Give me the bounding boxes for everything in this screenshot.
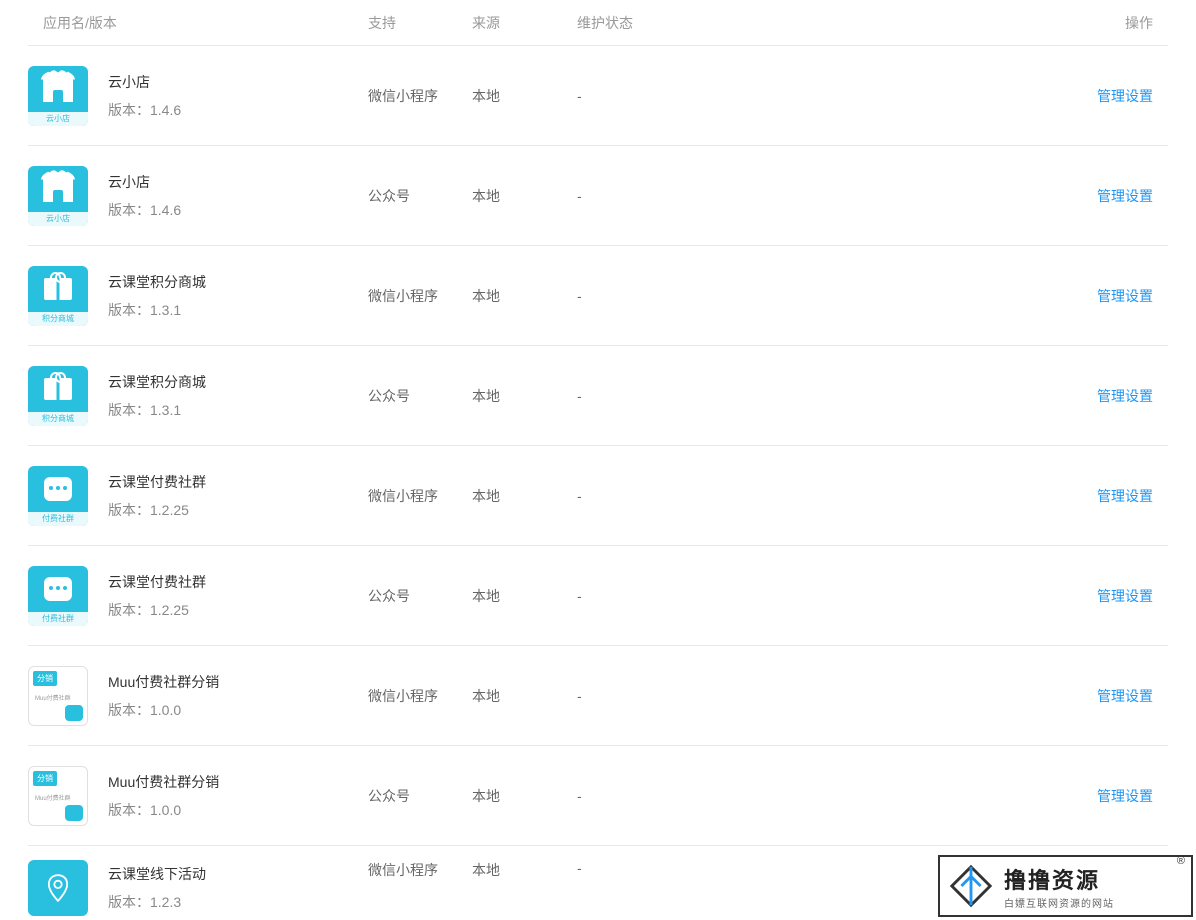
watermark-logo-icon — [948, 863, 994, 909]
app-name: 云小店 — [108, 72, 181, 92]
cell-status: - — [577, 188, 1088, 204]
app-name: 云课堂积分商城 — [108, 272, 206, 292]
app-icon-label: 云小店 — [28, 212, 88, 226]
cell-support: 公众号 — [368, 786, 472, 806]
cell-support: 微信小程序 — [368, 86, 472, 106]
manage-settings-link[interactable]: 管理设置 — [1097, 188, 1153, 204]
app-icon — [28, 860, 88, 916]
cell-support: 微信小程序 — [368, 860, 472, 880]
manage-settings-link[interactable]: 管理设置 — [1097, 588, 1153, 604]
manage-settings-link[interactable]: 管理设置 — [1097, 488, 1153, 504]
app-icon-label: 云小店 — [28, 112, 88, 126]
app-icon-label: 付费社群 — [28, 512, 88, 526]
header-action: 操作 — [1088, 13, 1168, 33]
app-icon: 积分商城 — [28, 266, 88, 326]
cell-status: - — [577, 688, 1088, 704]
table-row: 付费社群 云课堂付费社群版本：1.2.25 公众号本地-管理设置 — [28, 546, 1168, 646]
watermark-badge: ® 撸撸资源 白嫖互联网资源的网站 — [938, 855, 1193, 917]
cell-support: 公众号 — [368, 386, 472, 406]
watermark-subtitle: 白嫖互联网资源的网站 — [1004, 895, 1183, 910]
app-icon: 分销Muu付费社群 — [28, 666, 88, 726]
table-header: 应用名/版本 支持 来源 维护状态 操作 — [28, 0, 1168, 46]
cell-support: 微信小程序 — [368, 486, 472, 506]
manage-settings-link[interactable]: 管理设置 — [1097, 88, 1153, 104]
header-support: 支持 — [368, 13, 472, 33]
cell-status: - — [577, 288, 1088, 304]
header-status: 维护状态 — [577, 13, 1088, 33]
app-icon: 付费社群 — [28, 566, 88, 626]
app-name: 云小店 — [108, 172, 181, 192]
app-version: 版本：1.4.6 — [108, 100, 181, 120]
cell-support: 公众号 — [368, 586, 472, 606]
app-name: 云课堂线下活动 — [108, 864, 206, 884]
cell-status: - — [577, 388, 1088, 404]
cell-source: 本地 — [472, 186, 577, 206]
table-row: 付费社群 云课堂付费社群版本：1.2.25 微信小程序本地-管理设置 — [28, 446, 1168, 546]
app-icon-label: 积分商城 — [28, 312, 88, 326]
table-row: 分销Muu付费社群 Muu付费社群分销版本：1.0.0 公众号本地-管理设置 — [28, 746, 1168, 846]
cell-status: - — [577, 788, 1088, 804]
app-version: 版本：1.2.25 — [108, 600, 206, 620]
app-name: 云课堂积分商城 — [108, 372, 206, 392]
cell-status: - — [577, 88, 1088, 104]
cell-status: - — [577, 488, 1088, 504]
manage-settings-link[interactable]: 管理设置 — [1097, 788, 1153, 804]
cell-source: 本地 — [472, 586, 577, 606]
cell-source: 本地 — [472, 786, 577, 806]
table-row: 云小店云小店版本：1.4.6公众号本地-管理设置 — [28, 146, 1168, 246]
app-icon: 分销Muu付费社群 — [28, 766, 88, 826]
cell-support: 微信小程序 — [368, 286, 472, 306]
app-version: 版本：1.3.1 — [108, 400, 206, 420]
app-name: 云课堂付费社群 — [108, 472, 206, 492]
cell-source: 本地 — [472, 286, 577, 306]
watermark-registered: ® — [1177, 855, 1185, 867]
app-icon: 云小店 — [28, 166, 88, 226]
app-name: 云课堂付费社群 — [108, 572, 206, 592]
app-version: 版本：1.2.25 — [108, 500, 206, 520]
cell-source: 本地 — [472, 860, 577, 880]
cell-source: 本地 — [472, 86, 577, 106]
app-icon: 积分商城 — [28, 366, 88, 426]
app-name: Muu付费社群分销 — [108, 672, 219, 692]
table-row: 积分商城 云课堂积分商城版本：1.3.1 微信小程序本地-管理设置 — [28, 246, 1168, 346]
app-icon: 云小店 — [28, 66, 88, 126]
app-version: 版本：1.2.3 — [108, 892, 206, 912]
app-icon-label: 付费社群 — [28, 612, 88, 626]
app-version: 版本：1.4.6 — [108, 200, 181, 220]
table-row: 分销Muu付费社群 Muu付费社群分销版本：1.0.0 微信小程序本地-管理设置 — [28, 646, 1168, 746]
header-name: 应用名/版本 — [28, 13, 368, 33]
cell-source: 本地 — [472, 486, 577, 506]
app-version: 版本：1.0.0 — [108, 700, 219, 720]
header-source: 来源 — [472, 13, 577, 33]
cell-support: 微信小程序 — [368, 686, 472, 706]
app-version: 版本：1.3.1 — [108, 300, 206, 320]
cell-source: 本地 — [472, 386, 577, 406]
manage-settings-link[interactable]: 管理设置 — [1097, 688, 1153, 704]
manage-settings-link[interactable]: 管理设置 — [1097, 288, 1153, 304]
app-version: 版本：1.0.0 — [108, 800, 219, 820]
watermark-title: 撸撸资源 — [1004, 863, 1183, 895]
table-row: 云小店云小店版本：1.4.6微信小程序本地-管理设置 — [28, 46, 1168, 146]
app-icon-label: 积分商城 — [28, 412, 88, 426]
cell-support: 公众号 — [368, 186, 472, 206]
cell-source: 本地 — [472, 686, 577, 706]
app-table: 应用名/版本 支持 来源 维护状态 操作 云小店云小店版本：1.4.6微信小程序… — [0, 0, 1196, 916]
table-row: 积分商城 云课堂积分商城版本：1.3.1 公众号本地-管理设置 — [28, 346, 1168, 446]
app-name: Muu付费社群分销 — [108, 772, 219, 792]
cell-status: - — [577, 588, 1088, 604]
app-icon: 付费社群 — [28, 466, 88, 526]
manage-settings-link[interactable]: 管理设置 — [1097, 388, 1153, 404]
